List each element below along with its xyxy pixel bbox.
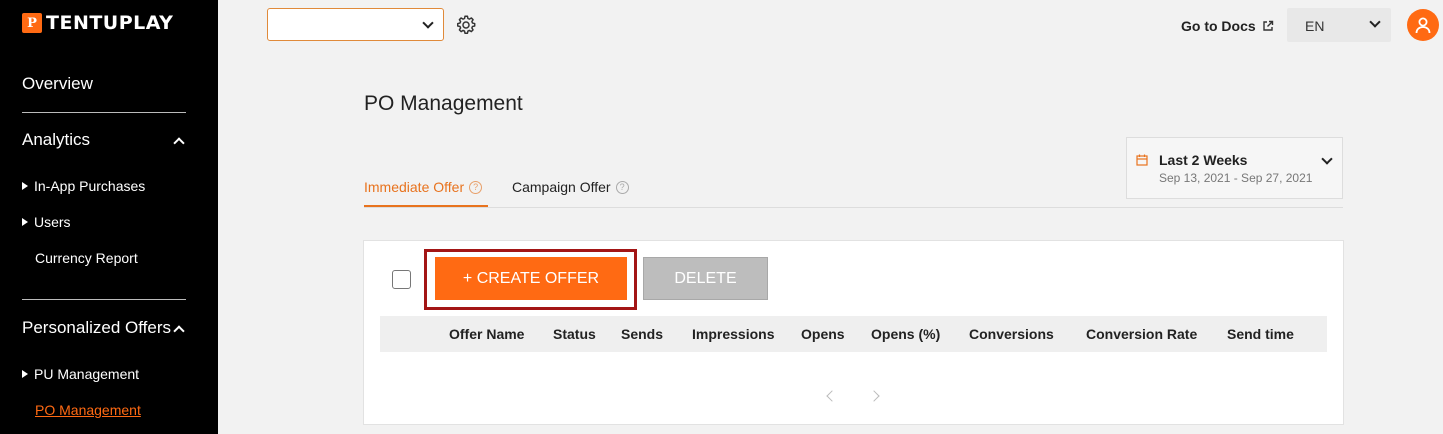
gear-icon[interactable] — [455, 14, 477, 36]
sidebar-item-label: Users — [34, 214, 71, 230]
column-header-opens-percent[interactable]: Opens (%) — [871, 326, 940, 342]
sidebar-divider — [22, 299, 186, 300]
sidebar: P TENTUPLAY Overview Analytics In-App Pu… — [0, 0, 218, 434]
brand-logo[interactable]: P TENTUPLAY — [22, 12, 173, 34]
page-title: PO Management — [364, 92, 523, 115]
select-all-checkbox[interactable] — [392, 270, 411, 289]
tab-label: Immediate Offer — [364, 179, 465, 195]
go-to-docs-link[interactable]: Go to Docs — [1181, 18, 1274, 34]
chevron-down-icon — [422, 17, 434, 29]
date-range-label: Last 2 Weeks — [1159, 152, 1248, 168]
help-icon[interactable]: ? — [615, 180, 629, 194]
column-header-send-time[interactable]: Send time — [1227, 326, 1294, 342]
user-avatar[interactable] — [1407, 9, 1439, 41]
delete-button[interactable]: DELETE — [643, 257, 768, 300]
app-select[interactable] — [267, 8, 444, 41]
sidebar-item-in-app-purchases[interactable]: In-App Purchases — [22, 178, 145, 194]
docs-link-label: Go to Docs — [1181, 18, 1256, 34]
user-icon — [1415, 17, 1431, 34]
sidebar-item-po-management[interactable]: PO Management — [35, 402, 141, 418]
caret-right-icon — [22, 370, 28, 378]
caret-right-icon — [22, 182, 28, 190]
sidebar-item-overview[interactable]: Overview — [22, 74, 93, 94]
chevron-up-icon[interactable] — [173, 325, 185, 337]
create-offer-button[interactable]: + CREATE OFFER — [435, 257, 627, 300]
sidebar-item-label: PU Management — [34, 366, 140, 382]
sidebar-section-personalized-offers[interactable]: Personalized Offers — [22, 318, 171, 338]
sidebar-item-users[interactable]: Users — [22, 214, 71, 230]
help-icon[interactable]: ? — [469, 180, 483, 194]
calendar-icon — [1136, 154, 1148, 166]
column-header-offer-name[interactable]: Offer Name — [449, 326, 524, 342]
caret-right-icon — [22, 218, 28, 226]
language-value: EN — [1305, 18, 1325, 34]
column-header-impressions[interactable]: Impressions — [692, 326, 774, 342]
date-range-value: Sep 13, 2021 - Sep 27, 2021 — [1159, 171, 1313, 185]
external-link-icon — [1262, 20, 1273, 31]
logo-mark-icon: P — [22, 13, 42, 33]
column-header-status[interactable]: Status — [553, 326, 596, 342]
sidebar-section-analytics[interactable]: Analytics — [22, 130, 90, 150]
tab-label: Campaign Offer — [512, 179, 611, 195]
date-range-select[interactable]: Last 2 Weeks Sep 13, 2021 - Sep 27, 2021 — [1126, 137, 1343, 199]
column-header-conversion-rate[interactable]: Conversion Rate — [1086, 326, 1197, 342]
sidebar-item-label: In-App Purchases — [34, 178, 146, 194]
tabs-divider — [364, 207, 1343, 208]
sidebar-item-currency-report[interactable]: Currency Report — [35, 250, 138, 266]
column-header-sends[interactable]: Sends — [621, 326, 663, 342]
chevron-down-icon — [1369, 16, 1381, 28]
language-select[interactable]: EN — [1287, 8, 1391, 42]
tab-immediate-offer[interactable]: Immediate Offer ? — [364, 179, 483, 195]
sidebar-item-pu-management[interactable]: PU Management — [22, 366, 139, 382]
logo-text: TENTUPLAY — [46, 12, 174, 34]
tab-campaign-offer[interactable]: Campaign Offer ? — [512, 179, 629, 195]
chevron-up-icon[interactable] — [173, 137, 185, 149]
column-header-opens[interactable]: Opens — [801, 326, 845, 342]
column-header-conversions[interactable]: Conversions — [969, 326, 1054, 342]
sidebar-divider — [22, 112, 186, 113]
chevron-down-icon — [1321, 153, 1333, 165]
